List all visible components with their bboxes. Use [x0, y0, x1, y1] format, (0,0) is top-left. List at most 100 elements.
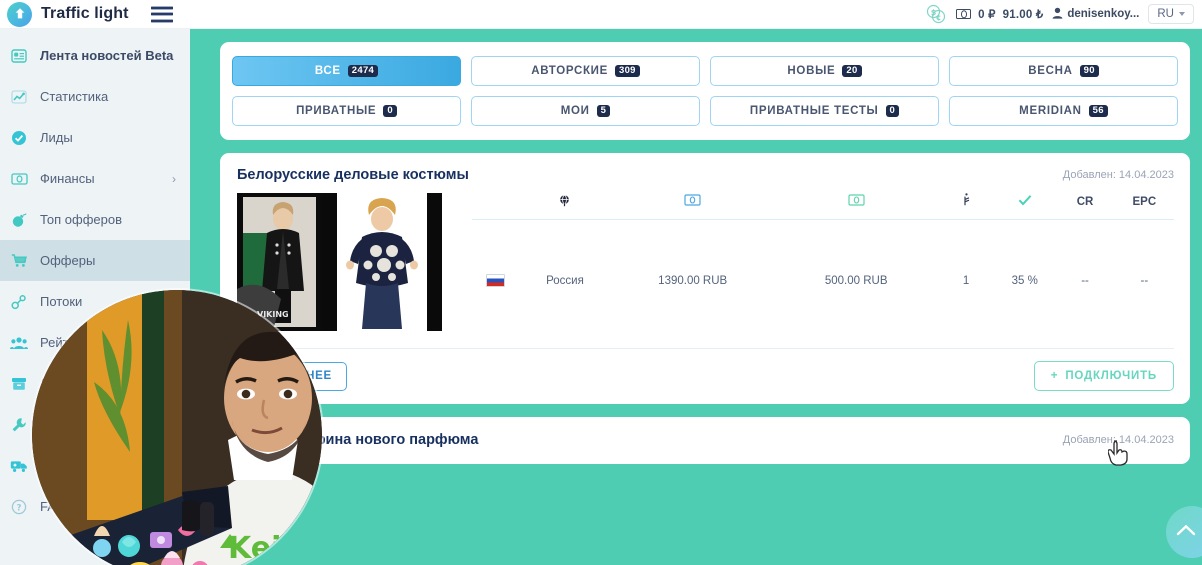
balance-group: 0 ₽ 91.00 ₺ — [956, 7, 1043, 21]
user-menu[interactable]: denisenkoy... — [1052, 7, 1139, 22]
svg-text:¢: ¢ — [936, 13, 942, 22]
table-row[interactable]: Россия 1390.00 RUB 500.00 RUB 1 35 % -- … — [472, 219, 1174, 331]
filter-chip-mine[interactable]: МОИ 5 — [471, 96, 700, 126]
sidebar-item-top-offers[interactable]: Топ офферов — [0, 199, 190, 240]
sidebar-item-offers[interactable]: Офферы — [0, 240, 190, 281]
language-select[interactable]: RU — [1148, 4, 1194, 24]
filter-chip-all[interactable]: ВСЕ 2474 — [232, 56, 461, 86]
filter-chip-new[interactable]: НОВЫЕ 20 — [710, 56, 939, 86]
plus-icon: + — [1050, 370, 1059, 382]
traffic-light-logo-icon — [7, 1, 32, 27]
offer-thumbnail-2[interactable] — [322, 193, 442, 331]
filter-chip-meridian[interactable]: MERIDIAN 56 — [949, 96, 1178, 126]
offer-card-2-header: [11681] Витрина нового парфюма Добавлен:… — [220, 417, 1190, 464]
chevron-right-icon: › — [172, 171, 176, 186]
check-icon — [1018, 194, 1032, 206]
streamer-webcam-overlay: Keitaro — [32, 290, 322, 565]
filter-chip-count: 2474 — [347, 64, 379, 78]
shopping-cart-icon — [8, 251, 30, 271]
filter-chip-spring[interactable]: ВЕСНА 90 — [949, 56, 1178, 86]
chevron-up-icon — [1176, 523, 1196, 542]
th-flag — [472, 193, 519, 220]
brand-logo[interactable]: Traffic light — [0, 1, 129, 27]
user-icon — [1052, 7, 1063, 22]
cell-count: 1 — [962, 274, 970, 287]
filter-chip-label: ВСЕ — [314, 65, 341, 77]
th-approve — [994, 193, 1056, 220]
th-payout-secondary — [774, 193, 938, 220]
sidebar-item-statistics[interactable]: Статистика — [0, 76, 190, 117]
app-root: Traffic light $ ¢ 0 ₽ 91.00 ₺ denisenkoy… — [0, 0, 1202, 565]
filter-chip-authored[interactable]: АВТОРСКИЕ 309 — [471, 56, 700, 86]
th-count — [937, 193, 995, 220]
banknote-icon — [684, 194, 701, 206]
filter-chip-label: МОИ — [560, 105, 590, 117]
offer-2-added-date: Добавлен: 14.04.2023 — [1062, 434, 1174, 446]
currency-coins-icon: $ ¢ — [925, 4, 947, 24]
scroll-to-top-button[interactable] — [1166, 506, 1202, 558]
filter-chip-grid: ВСЕ 2474 АВТОРСКИЕ 309 НОВЫЕ 20 ВЕСНА 90… — [232, 56, 1178, 126]
sidebar-item-label: Финансы — [40, 171, 95, 186]
language-value: RU — [1157, 8, 1174, 20]
brand-name: Traffic light — [41, 5, 129, 22]
filter-chip-label: ВЕСНА — [1028, 65, 1073, 77]
filter-chip-label: НОВЫЕ — [787, 65, 836, 77]
connect-button-label: ПОДКЛЮЧИТЬ — [1065, 370, 1157, 382]
cell-approve: 35 % — [1011, 274, 1038, 287]
chart-line-icon — [8, 87, 30, 107]
banknote-green-icon — [848, 194, 865, 206]
delivery-truck-icon — [8, 456, 30, 476]
connect-button[interactable]: + ПОДКЛЮЧИТЬ — [1033, 361, 1174, 391]
sidebar-item-label: Лента новостей Beta — [40, 48, 174, 63]
wrench-icon — [8, 415, 30, 435]
balance-rub: 0 ₽ — [978, 9, 996, 21]
lira-icon — [962, 193, 971, 207]
th-cr: CR — [1055, 193, 1115, 220]
filter-chip-count: 20 — [842, 64, 862, 78]
filter-chip-private[interactable]: ПРИВАТНЫЕ 0 — [232, 96, 461, 126]
sidebar-item-label: Топ офферов — [40, 212, 123, 227]
offer-geo-table: CR EPC Россия 1390.00 RUB 500.00 RUB 1 3… — [472, 193, 1174, 331]
sidebar-item-finance[interactable]: Финансы › — [0, 158, 190, 199]
filter-chip-private-tests[interactable]: ПРИВАТНЫЕ ТЕСТЫ 0 — [710, 96, 939, 126]
filter-chip-count: 309 — [615, 64, 640, 78]
cell-payout-secondary: 500.00 RUB — [824, 274, 888, 287]
offer-title[interactable]: Белорусские деловые костюмы — [237, 167, 469, 183]
question-circle-icon: ? — [8, 497, 30, 517]
filter-chip-label: MERIDIAN — [1019, 105, 1082, 117]
username-label: denisenkoy... — [1067, 8, 1140, 20]
sidebar-item-label: Статистика — [40, 89, 109, 104]
header-right-group: $ ¢ 0 ₽ 91.00 ₺ denisenkoy... RU — [925, 4, 1202, 24]
filter-chip-label: ПРИВАТНЫЕ — [296, 105, 377, 117]
cell-payout: 1390.00 RUB — [658, 274, 728, 287]
offer-added-date: Добавлен: 14.04.2023 — [1062, 169, 1174, 181]
offer-card-header: Белорусские деловые костюмы Добавлен: 14… — [220, 153, 1190, 193]
th-epc: EPC — [1114, 193, 1174, 220]
sidebar-item-label: Лиды — [40, 130, 73, 145]
archive-box-icon — [8, 374, 30, 394]
bomb-icon — [8, 210, 30, 230]
balance-alt: 91.00 ₺ — [1002, 9, 1044, 21]
hamburger-menu-icon[interactable] — [150, 5, 173, 23]
sidebar-item-label: Потоки — [40, 294, 83, 309]
news-feed-icon — [8, 46, 30, 66]
people-group-icon — [8, 333, 30, 353]
chevron-down-icon — [1179, 12, 1185, 16]
filter-chip-count: 90 — [1079, 64, 1099, 78]
filter-chip-count: 56 — [1088, 104, 1108, 118]
offer-card-footer: ПОДРОБНЕЕ + ПОДКЛЮЧИТЬ — [237, 348, 1174, 404]
top-header: Traffic light $ ¢ 0 ₽ 91.00 ₺ denisenkoy… — [0, 0, 1202, 29]
sidebar-item-news-feed[interactable]: Лента новостей Beta — [0, 35, 190, 76]
cell-flag — [472, 219, 519, 331]
filter-chip-count: 5 — [596, 104, 611, 118]
filter-chip-count: 0 — [885, 104, 900, 118]
sidebar-item-leads[interactable]: Лиды — [0, 117, 190, 158]
globe-icon — [558, 194, 571, 207]
th-payout — [610, 193, 775, 220]
cell-cr: -- — [1081, 274, 1089, 287]
table-header-row: CR EPC — [472, 193, 1174, 220]
flag-ru-icon — [486, 274, 505, 288]
sidebar-item-label: Офферы — [40, 253, 96, 268]
check-circle-icon — [8, 128, 30, 148]
offer-thumbnails: VIKING — [237, 193, 442, 331]
